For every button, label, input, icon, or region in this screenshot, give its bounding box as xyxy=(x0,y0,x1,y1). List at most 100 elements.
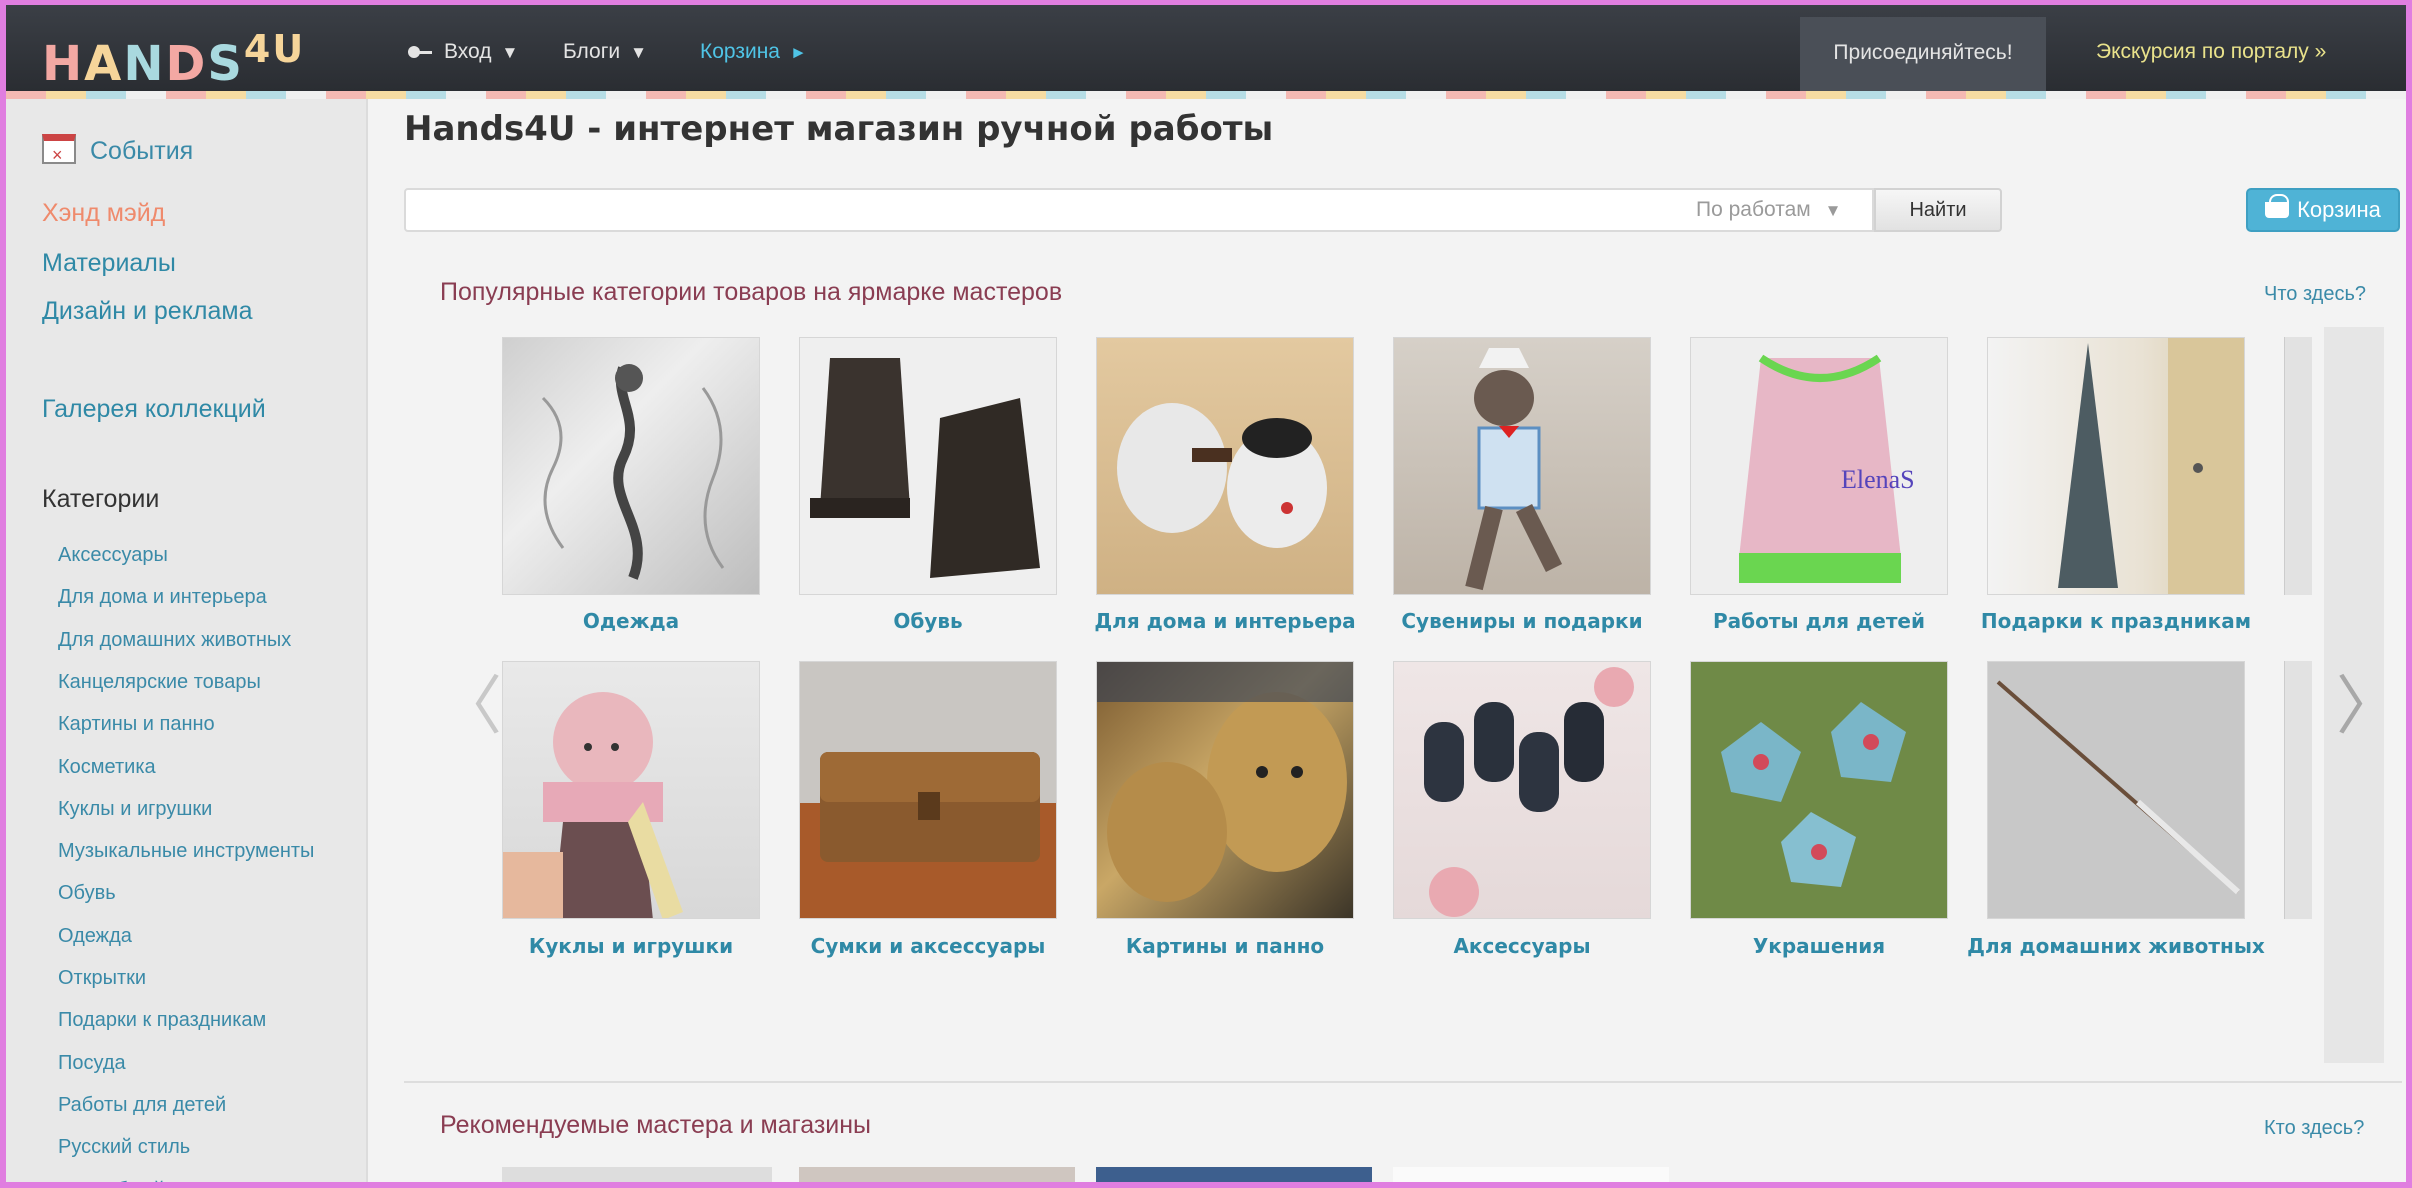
category-label-souvenirs[interactable]: Сувениры и подарки xyxy=(1373,609,1671,633)
category-tile-pets[interactable] xyxy=(1987,661,2245,919)
header-cart-label: Корзина xyxy=(700,40,780,63)
search-scope-label: По работам xyxy=(1696,198,1811,221)
sidebar-category-item[interactable]: Косметика xyxy=(58,753,156,781)
category-tile-clothing[interactable] xyxy=(502,337,760,595)
top-navigation-bar: HANDS4U Вход ▼ Блоги ▼ Корзина ► Присоединя… xyxy=(6,5,2406,92)
category-tile-home[interactable] xyxy=(1096,337,1354,595)
category-label-paintings[interactable]: Картины и панно xyxy=(1076,934,1374,958)
sidebar-link-design[interactable]: Дизайн и реклама xyxy=(42,293,253,329)
sidebar-category-item[interactable]: Для домашних животных xyxy=(58,626,291,654)
play-arrow-icon: ► xyxy=(790,43,807,62)
popular-categories-title: Популярные категории товаров на ярмарке … xyxy=(440,278,1063,306)
bags-image xyxy=(820,752,1040,862)
sidebar-category-item[interactable]: Аксессуары xyxy=(58,541,168,569)
category-tile-holidays[interactable] xyxy=(1987,337,2245,595)
home-decor-image xyxy=(1117,403,1327,548)
blogs-menu[interactable]: Блоги ▼ xyxy=(563,35,647,69)
events-label: События xyxy=(90,137,194,165)
sidebar-category-item[interactable]: Картины и панно xyxy=(58,710,215,738)
master-tile[interactable] xyxy=(1393,1167,1669,1182)
accessories-image xyxy=(1424,667,1634,917)
sidebar-category-item[interactable]: Свадебный салон xyxy=(58,1176,225,1183)
search-input[interactable] xyxy=(406,190,1686,230)
category-label-kids[interactable]: Работы для детей xyxy=(1670,609,1968,633)
sidebar-category-item[interactable]: Работы для детей xyxy=(58,1091,226,1119)
calendar-icon xyxy=(42,134,76,173)
cart-button-label: Корзина xyxy=(2297,197,2381,222)
what-here-link[interactable]: Что здесь? xyxy=(2264,283,2366,306)
page-frame: HANDS4U Вход ▼ Блоги ▼ Корзина ► Присоединя… xyxy=(0,0,2412,1188)
events-link[interactable]: События xyxy=(42,133,194,173)
sidebar-category-item[interactable]: Для дома и интерьера xyxy=(58,583,267,611)
category-tile-kids[interactable]: ElenaS xyxy=(1690,337,1948,595)
dolls-image xyxy=(503,692,683,918)
master-tile[interactable] xyxy=(1096,1167,1372,1182)
logo-suffix: 4U xyxy=(243,27,306,71)
sidebar-link-handmade[interactable]: Хэнд мэйд xyxy=(42,195,165,231)
search-box: По работам ▼ xyxy=(404,188,1874,232)
category-tile-partial xyxy=(2284,661,2312,919)
sidebar-link-materials[interactable]: Материалы xyxy=(42,245,176,281)
sidebar-category-item[interactable]: Посуда xyxy=(58,1049,126,1077)
category-label-bags[interactable]: Сумки и аксессуары xyxy=(779,934,1077,958)
master-tile[interactable] xyxy=(799,1167,1075,1182)
sidebar-link-gallery[interactable]: Галерея коллекций xyxy=(42,391,266,427)
category-tile-accessories[interactable] xyxy=(1393,661,1651,919)
category-tile-shoes[interactable] xyxy=(799,337,1057,595)
site-logo[interactable]: HANDS4U xyxy=(42,19,306,92)
dropdown-arrow-icon: ▼ xyxy=(630,43,647,62)
pet-toys-image xyxy=(1996,680,2241,895)
sidebar-category-item[interactable]: Куклы и игрушки xyxy=(58,795,212,823)
category-tile-partial xyxy=(2284,337,2312,595)
carousel-next-button[interactable]: 〉 xyxy=(2336,655,2400,747)
sidebar-category-item[interactable]: Обувь xyxy=(58,879,116,907)
login-menu[interactable]: Вход ▼ xyxy=(408,35,518,69)
category-label-holidays[interactable]: Подарки к праздникам xyxy=(1967,609,2265,633)
sidebar: События Хэнд мэйд Материалы Дизайн и рек… xyxy=(6,99,368,1183)
recommended-masters-title: Рекомендуемые мастера и магазины xyxy=(440,1111,872,1139)
holiday-gifts-image xyxy=(2058,338,2244,594)
category-tile-dolls[interactable] xyxy=(502,661,760,919)
category-label-home[interactable]: Для дома и интерьера xyxy=(1076,609,1374,633)
carousel-prev-button[interactable]: 〈 xyxy=(438,655,502,747)
decorative-stripe xyxy=(6,91,2406,99)
souvenirs-image xyxy=(1465,348,1563,591)
jewelry-image xyxy=(1721,702,1906,887)
clothing-image xyxy=(541,364,725,580)
category-label-jewelry[interactable]: Украшения xyxy=(1670,934,1968,958)
category-tile-paintings[interactable] xyxy=(1096,661,1354,919)
category-tile-bags[interactable] xyxy=(799,661,1057,919)
category-label-dolls[interactable]: Куклы и игрушки xyxy=(482,934,780,958)
categories-heading: Категории xyxy=(42,485,160,513)
master-tile[interactable] xyxy=(502,1167,772,1182)
category-tile-souvenirs[interactable] xyxy=(1393,337,1651,595)
who-here-link[interactable]: Кто здесь? xyxy=(2264,1117,2364,1140)
cart-button[interactable]: Корзина xyxy=(2246,188,2400,232)
shoes-image xyxy=(810,358,1040,578)
sidebar-category-item[interactable]: Открытки xyxy=(58,964,146,992)
sidebar-category-item[interactable]: Русский стиль xyxy=(58,1133,190,1161)
svg-text:ElenaS: ElenaS xyxy=(1841,465,1915,494)
category-tile-jewelry[interactable] xyxy=(1690,661,1948,919)
search-button[interactable]: Найти xyxy=(1874,188,2002,232)
sidebar-category-item[interactable]: Музыкальные инструменты xyxy=(58,837,314,865)
category-label-shoes[interactable]: Обувь xyxy=(779,609,1077,633)
paintings-image xyxy=(1097,662,1353,902)
sidebar-category-item[interactable]: Одежда xyxy=(58,922,132,950)
portal-tour-link[interactable]: Экскурсия по порталу » xyxy=(2096,35,2326,69)
sidebar-category-item[interactable]: Подарки к праздникам xyxy=(58,1006,266,1034)
sidebar-category-item[interactable]: Канцелярские товары xyxy=(58,668,261,696)
search-scope-select[interactable]: По работам ▼ xyxy=(1696,190,1841,230)
section-divider xyxy=(404,1081,2402,1083)
kids-clothing-image: ElenaS xyxy=(1739,354,1915,583)
header-cart-link[interactable]: Корзина ► xyxy=(700,35,807,69)
chevron-down-icon: ▼ xyxy=(1824,201,1842,220)
blogs-label: Блоги xyxy=(563,40,621,63)
basket-icon xyxy=(2265,194,2290,218)
page-title: Hands4U - интернет магазин ручной работы xyxy=(404,109,1274,149)
dropdown-arrow-icon: ▼ xyxy=(501,43,519,62)
category-label-pets[interactable]: Для домашних животных xyxy=(1967,934,2265,958)
join-button[interactable]: Присоединяйтесь! xyxy=(1800,17,2046,91)
category-label-clothing[interactable]: Одежда xyxy=(482,609,780,633)
category-label-accessories[interactable]: Аксессуары xyxy=(1373,934,1671,958)
